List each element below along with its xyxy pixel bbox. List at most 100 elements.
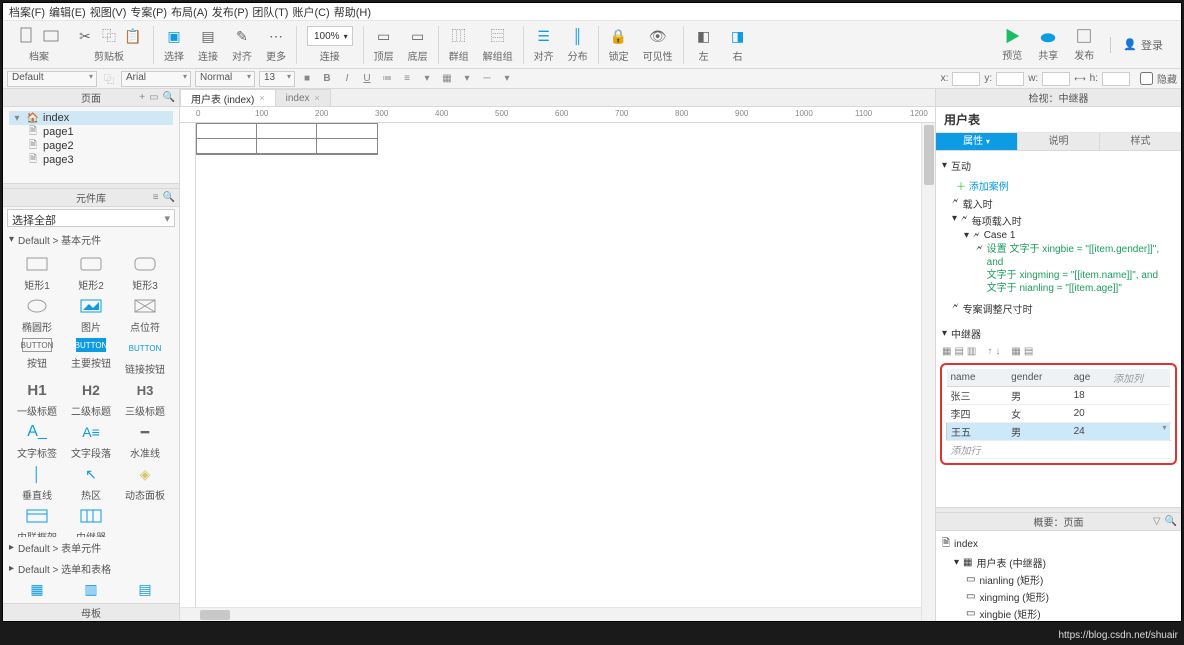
select-tool-icon[interactable]: ▣ bbox=[164, 26, 184, 46]
ungroup-icon[interactable]: ⿳ bbox=[488, 26, 508, 46]
col-age[interactable]: age bbox=[1070, 369, 1109, 387]
widget-h2[interactable]: H2二级标题 bbox=[65, 380, 117, 418]
widget-dynamic-panel[interactable]: ◈动态面板 bbox=[119, 464, 171, 502]
menu-view[interactable]: 视图(V) bbox=[90, 4, 127, 20]
open-file-icon[interactable] bbox=[41, 26, 61, 46]
style-preset-select[interactable]: Default bbox=[7, 71, 97, 87]
menu-help[interactable]: 帮助(H) bbox=[334, 4, 371, 20]
widget-paragraph[interactable]: A≡文字段落 bbox=[65, 422, 117, 460]
connect-tool-icon[interactable]: ▤ bbox=[198, 26, 218, 46]
w-input[interactable] bbox=[1042, 72, 1070, 86]
col-add[interactable]: 添加列 bbox=[1109, 369, 1170, 387]
widget-h3[interactable]: H3三级标题 bbox=[119, 380, 171, 418]
menu-edit[interactable]: 编辑(E) bbox=[49, 4, 86, 20]
widget-hline[interactable]: ━水准线 bbox=[119, 422, 171, 460]
rep-tool-icon[interactable]: ▤ bbox=[954, 346, 963, 357]
vertical-scrollbar[interactable] bbox=[921, 123, 935, 621]
fill-icon[interactable]: ▦ bbox=[439, 71, 455, 87]
library-cat-basic[interactable]: ▾Default > 基本元件 bbox=[3, 229, 179, 250]
inspector-tab-style[interactable]: 样式 bbox=[1100, 133, 1181, 150]
cut-icon[interactable]: ✂ bbox=[75, 26, 95, 46]
page-node-page3[interactable]: 🗎page3 bbox=[9, 153, 173, 167]
outline-item[interactable]: ▭xingbie (矩形) bbox=[942, 605, 1175, 622]
new-file-icon[interactable] bbox=[17, 26, 37, 46]
table-row[interactable]: 张三男18 bbox=[947, 387, 1171, 405]
h-input[interactable] bbox=[1102, 72, 1130, 86]
lock-icon[interactable]: 🔒 bbox=[609, 26, 629, 46]
widget-button[interactable]: BUTTON按钮 bbox=[11, 338, 63, 376]
line-icon[interactable]: ─ bbox=[479, 71, 495, 87]
tab-index[interactable]: index× bbox=[275, 89, 331, 106]
preview-button[interactable]: 预览 bbox=[1002, 27, 1022, 62]
action-node[interactable]: 🗲 设置 文字于 xingbie = "[[item.gender]]", an… bbox=[952, 242, 1175, 296]
repeater-widget[interactable] bbox=[196, 123, 378, 155]
masters-panel-header[interactable]: 母板 bbox=[3, 603, 179, 621]
bold-icon[interactable]: B bbox=[319, 71, 335, 87]
y-input[interactable] bbox=[996, 72, 1024, 86]
outline-root[interactable]: 🗎index bbox=[942, 535, 1175, 554]
align-left-icon[interactable]: ≡ bbox=[399, 71, 415, 87]
widget-primary-button[interactable]: BUTTON主要按钮 bbox=[65, 338, 117, 376]
widget-iframe[interactable]: 内联框架 bbox=[11, 506, 63, 537]
close-icon[interactable]: × bbox=[315, 93, 320, 103]
distribute-icon[interactable]: ║ bbox=[568, 26, 588, 46]
lib-menu-icon[interactable]: ≡ bbox=[153, 192, 159, 203]
widget-rect1[interactable]: 矩形1 bbox=[11, 254, 63, 292]
search-icon[interactable]: 🔍 bbox=[163, 92, 175, 103]
widget-repeater[interactable]: 中继器 bbox=[65, 506, 117, 537]
copy-icon[interactable]: ⿻ bbox=[99, 26, 119, 46]
login-button[interactable]: 👤登录 bbox=[1110, 37, 1163, 53]
front-icon[interactable]: ▭ bbox=[374, 26, 394, 46]
widget-placeholder[interactable]: 点位符 bbox=[119, 296, 171, 334]
rep-tool-icon[interactable]: ▦ bbox=[1011, 346, 1020, 357]
bullets-icon[interactable]: ≔ bbox=[379, 71, 395, 87]
menu-publish[interactable]: 发布(P) bbox=[212, 4, 249, 20]
style-copy-icon[interactable]: ⿻ bbox=[101, 71, 117, 87]
library-selector[interactable]: 选择全部 bbox=[7, 209, 175, 227]
library-cat-form[interactable]: ▸Default > 表单元件 bbox=[3, 537, 179, 558]
widget-vline[interactable]: │垂直线 bbox=[11, 464, 63, 502]
pen-tool-icon[interactable]: ✎ bbox=[232, 26, 252, 46]
widget-rect2[interactable]: 矩形2 bbox=[65, 254, 117, 292]
menu-team[interactable]: 团队(T) bbox=[252, 4, 288, 20]
paste-icon[interactable]: 📋 bbox=[123, 26, 143, 46]
share-button[interactable]: 共享 bbox=[1038, 27, 1058, 62]
add-case-link[interactable]: ＋ 添加案例 bbox=[942, 176, 1175, 195]
underline-icon[interactable]: U bbox=[359, 71, 375, 87]
widget-image[interactable]: 图片 bbox=[65, 296, 117, 334]
rep-tool-icon[interactable]: ▥ bbox=[967, 346, 976, 357]
event-item-load[interactable]: ▾🗲每项载入时 bbox=[952, 212, 1175, 229]
library-cat-menu[interactable]: ▸Default > 选单和表格 bbox=[3, 558, 179, 579]
event-onload[interactable]: 🗲载入时 bbox=[952, 195, 1175, 212]
close-icon[interactable]: × bbox=[259, 93, 264, 103]
left-align-icon[interactable]: ◧ bbox=[694, 26, 714, 46]
table-row[interactable]: 王五男24 bbox=[947, 423, 1171, 441]
zoom-selector[interactable]: 100%▾ bbox=[307, 26, 353, 46]
x-input[interactable] bbox=[952, 72, 980, 86]
interactions-section[interactable]: ▾互动 bbox=[942, 158, 1175, 173]
menu-layout[interactable]: 布局(A) bbox=[171, 4, 208, 20]
widget-label[interactable]: A_文字标签 bbox=[11, 422, 63, 460]
canvas[interactable] bbox=[196, 123, 935, 621]
inspector-tab-properties[interactable]: 属性 ▾ bbox=[936, 133, 1018, 150]
add-folder-icon[interactable]: ▭ bbox=[149, 92, 158, 103]
back-icon[interactable]: ▭ bbox=[408, 26, 428, 46]
outline-repeater[interactable]: ▾▦用户表 (中继器) bbox=[942, 554, 1175, 571]
outline-item[interactable]: ▭nianling (矩形) bbox=[942, 571, 1175, 588]
italic-icon[interactable]: I bbox=[339, 71, 355, 87]
table-row[interactable]: 李四女20 bbox=[947, 405, 1171, 423]
col-name[interactable]: name bbox=[947, 369, 1008, 387]
group-icon[interactable]: ⿲ bbox=[449, 26, 469, 46]
tab-user-table[interactable]: 用户表 (index)× bbox=[180, 89, 276, 106]
widget-h1[interactable]: H1一级标题 bbox=[11, 380, 63, 418]
rep-tool-icon[interactable]: ▤ bbox=[1024, 346, 1033, 357]
lib-search-icon[interactable]: 🔍 bbox=[163, 192, 175, 203]
weight-select[interactable]: Normal bbox=[195, 71, 255, 87]
add-page-icon[interactable]: + bbox=[139, 92, 145, 103]
menu-file[interactable]: 档案(F) bbox=[9, 4, 45, 20]
inspector-tab-notes[interactable]: 说明 bbox=[1018, 133, 1100, 150]
col-gender[interactable]: gender bbox=[1007, 369, 1069, 387]
menu-project[interactable]: 专案(P) bbox=[130, 4, 167, 20]
add-row[interactable]: 添加行 bbox=[947, 441, 1171, 459]
horizontal-scrollbar[interactable] bbox=[180, 607, 921, 621]
